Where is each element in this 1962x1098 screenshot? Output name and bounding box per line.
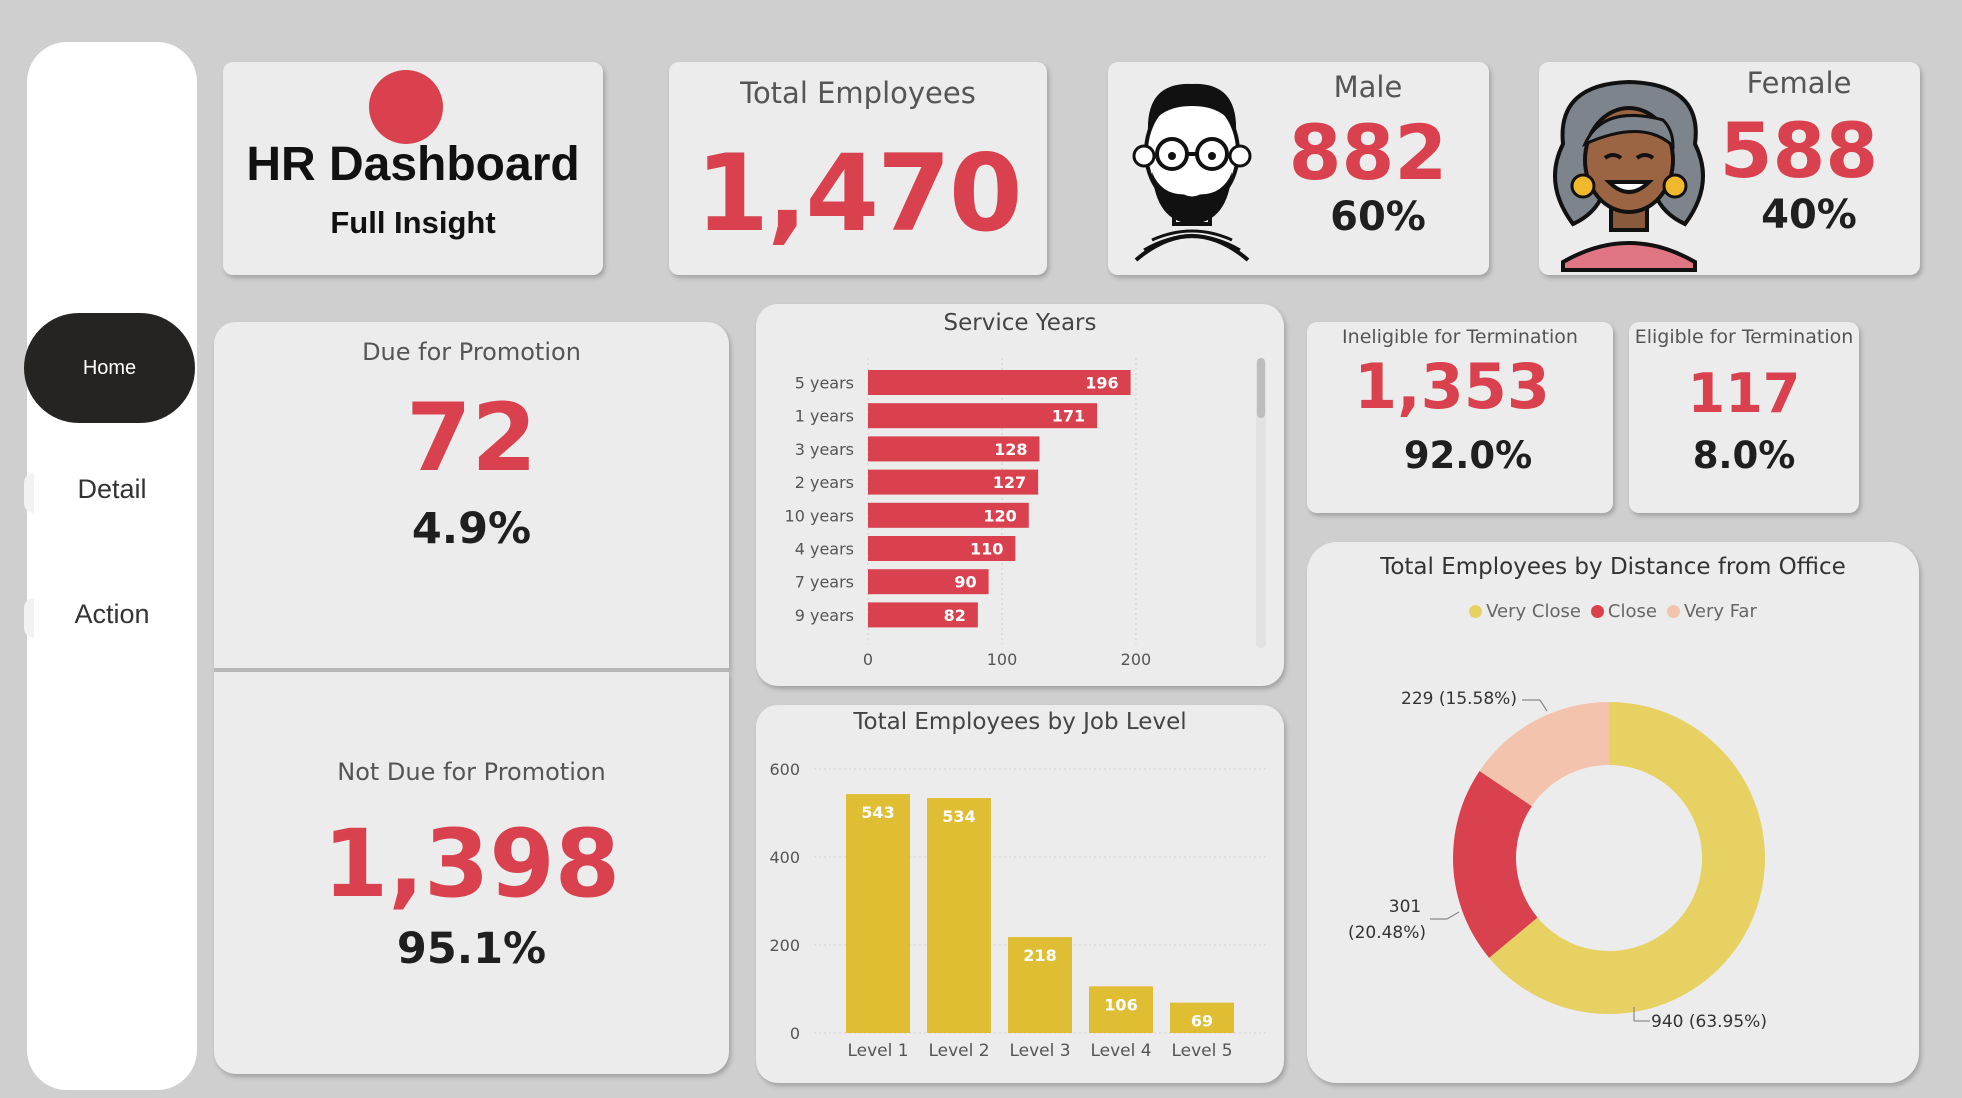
male-percent: 60%: [1330, 194, 1426, 240]
service-bar-value: 171: [1052, 407, 1085, 426]
leader-line-very-far-b: [1539, 699, 1548, 712]
eligible-termination-card: Eligible for Termination 117 8.0%: [1629, 322, 1859, 513]
not-due-for-promotion-value: 1,398: [322, 810, 621, 919]
female-value: 588: [1719, 106, 1879, 195]
not-due-for-promotion-label: Not Due for Promotion: [337, 758, 606, 786]
job-level-bar: [846, 794, 910, 1033]
eligible-termination-percent: 8.0%: [1692, 434, 1796, 477]
nav-action-button[interactable]: Action: [27, 599, 197, 630]
service-scrollbar-thumb: [1257, 358, 1265, 418]
due-for-promotion-percent: 4.9%: [411, 504, 532, 554]
distance-chart-card: Total Employees by Distance from Office …: [1307, 542, 1919, 1083]
job-level-chart-card: Total Employees by Job Level 0 200 400 600 5…: [756, 705, 1284, 1083]
job-level-category-label: Level 5: [1171, 1041, 1232, 1061]
job-level-bar-value: 534: [942, 807, 975, 826]
job-level-ytick-label: 600: [769, 760, 800, 779]
service-bar-value: 120: [983, 506, 1016, 525]
ineligible-termination-percent: 92.0%: [1403, 434, 1533, 477]
nav-home-button[interactable]: Home: [24, 313, 195, 423]
job-level-ytick-label: 400: [769, 848, 800, 867]
service-bar-value: 90: [954, 573, 976, 592]
slice-label-close-percent: (20.48%): [1348, 923, 1426, 943]
service-bar-value: 128: [994, 440, 1027, 459]
job-level-bar-value: 106: [1104, 995, 1137, 1014]
service-category-label: 2 years: [795, 473, 854, 492]
ineligible-termination-value: 1,353: [1353, 350, 1551, 423]
total-employees-value: 1,470: [695, 132, 1022, 255]
job-level-ytick-label: 200: [769, 936, 800, 955]
job-level-bar-value: 69: [1191, 1012, 1213, 1031]
eligible-termination-label: Eligible for Termination: [1634, 326, 1854, 348]
service-years-chart-card: Service Years 0 100 200 5 years 196 1 years 17…: [756, 304, 1284, 686]
female-label: Female: [1746, 66, 1852, 100]
male-avatar-icon: [1132, 83, 1252, 262]
job-level-bar: [927, 798, 991, 1033]
slice-label-very-far: 229 (15.58%): [1401, 689, 1517, 709]
total-employees-label: Total Employees: [740, 76, 976, 110]
job-level-category-label: Level 2: [928, 1041, 989, 1061]
service-bar-value: 127: [993, 473, 1026, 492]
job-level-ytick-label: 0: [790, 1024, 800, 1043]
due-for-promotion-label: Due for Promotion: [362, 338, 581, 366]
male-label: Male: [1333, 70, 1403, 104]
service-category-label: 7 years: [795, 573, 854, 592]
title-card: HR Dashboard Full Insight: [223, 62, 603, 275]
service-xtick-label: 200: [1121, 650, 1152, 669]
job-level-category-label: Level 4: [1090, 1041, 1151, 1061]
total-employees-card: Total Employees 1,470: [669, 62, 1047, 275]
not-due-for-promotion-percent: 95.1%: [396, 924, 547, 974]
eligible-termination-value: 117: [1687, 362, 1801, 425]
sidebar: [27, 42, 197, 1090]
distance-donut-chart: 229 (15.58%) 301 (20.48%) 940 (63.95%): [1348, 689, 1767, 1032]
nav-detail-button[interactable]: Detail: [27, 474, 197, 505]
job-level-bar-value: 218: [1023, 946, 1056, 965]
ineligible-termination-label: Ineligible for Termination: [1342, 326, 1578, 348]
female-percent: 40%: [1761, 192, 1857, 238]
service-bar-value: 110: [970, 540, 1003, 559]
page-subtitle: Full Insight: [330, 205, 496, 240]
service-xtick-label: 0: [863, 650, 873, 669]
service-category-label: 10 years: [785, 506, 854, 525]
slice-label-close-count: 301: [1389, 897, 1421, 917]
slice-label-very-close: 940 (63.95%): [1651, 1012, 1767, 1032]
job-level-chart: 0 200 400 600 543 Level 1 534 Level 2 218 Level 3…: [769, 760, 1266, 1061]
service-category-label: 3 years: [795, 440, 854, 459]
service-category-label: 4 years: [795, 540, 854, 559]
service-category-label: 5 years: [795, 374, 854, 393]
job-level-category-label: Level 3: [1009, 1041, 1070, 1061]
female-card: Female 588 40%: [1539, 62, 1920, 275]
service-category-label: 1 years: [795, 407, 854, 426]
service-bar-value: 82: [944, 606, 966, 625]
due-for-promotion-value: 72: [406, 384, 537, 493]
male-value: 882: [1288, 108, 1448, 197]
service-bar-value: 196: [1085, 374, 1118, 393]
due-for-promotion-card: Due for Promotion 72 4.9%: [214, 322, 729, 670]
page-title: HR Dashboard: [246, 138, 580, 191]
not-due-for-promotion-card: Not Due for Promotion 1,398 95.1%: [214, 672, 729, 1074]
male-card: Male 882 60%: [1108, 62, 1489, 275]
leader-line-close-b: [1446, 911, 1460, 920]
job-level-category-label: Level 1: [847, 1041, 908, 1061]
service-years-chart: 0 100 200 5 years 196 1 years 171 3 years 128 2 y…: [785, 358, 1266, 669]
service-category-label: 9 years: [795, 606, 854, 625]
ineligible-termination-card: Ineligible for Termination 1,353 92.0%: [1307, 322, 1613, 513]
service-xtick-label: 100: [987, 650, 1018, 669]
logo-dot-icon: [369, 70, 443, 144]
nav-home-label: Home: [82, 356, 137, 379]
job-level-bar-value: 543: [861, 803, 894, 822]
